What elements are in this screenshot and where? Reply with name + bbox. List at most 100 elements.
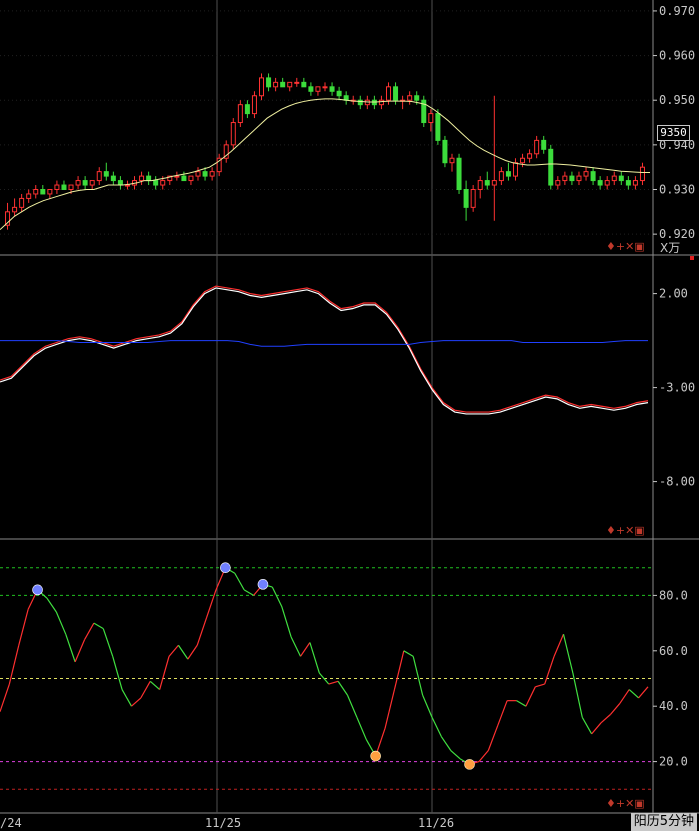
candle-body xyxy=(520,157,526,164)
candle-body xyxy=(407,95,413,101)
panel-toolbar-icons[interactable]: ♦+✕▣ xyxy=(606,797,645,810)
candle-body xyxy=(75,180,81,186)
oscillator-segment xyxy=(638,686,649,699)
oscillator-segment xyxy=(131,697,142,707)
oscillator-segment xyxy=(0,683,10,712)
candle-body xyxy=(244,104,250,115)
oscillator-segment xyxy=(187,644,198,660)
candle-body xyxy=(96,171,102,182)
overbought-marker xyxy=(32,584,43,596)
candle-body xyxy=(527,153,533,159)
y-tick-label: 2.00 xyxy=(659,287,688,301)
candle-body xyxy=(456,157,462,190)
candle-body xyxy=(463,189,469,208)
candle-body xyxy=(294,81,300,84)
oscillator-segment xyxy=(328,680,339,685)
oscillator-segment xyxy=(243,589,254,596)
candle-body xyxy=(555,180,561,186)
candle-body xyxy=(385,86,391,101)
oscillator-segment xyxy=(234,572,245,591)
timeframe-label[interactable]: 阳历5分钟 xyxy=(630,813,697,831)
candle-body xyxy=(477,180,483,190)
panel-frames xyxy=(0,0,699,831)
oscillator-segment xyxy=(525,686,536,707)
indicator-series-line xyxy=(0,340,648,347)
oscillator-segment xyxy=(581,716,593,735)
panel-toolbar-icons[interactable]: ♦+✕▣ xyxy=(606,240,645,253)
oscillator-segment xyxy=(544,656,555,685)
oscillator-segment xyxy=(440,736,452,751)
candle-body xyxy=(625,180,631,186)
oscillator-panel: 80.0 60.0 40.0 20.0 xyxy=(0,562,688,790)
candle-body xyxy=(428,113,434,124)
candle-body xyxy=(639,166,645,182)
oscillator-segment xyxy=(403,650,414,657)
oscillator-segment xyxy=(121,689,133,707)
oscillator-segment xyxy=(168,644,179,657)
candle-body xyxy=(449,157,455,164)
y-tick-label: 0.950 xyxy=(659,93,695,107)
oscillator-segment xyxy=(600,714,611,724)
candle-body xyxy=(251,95,257,115)
x-tick-label: 11/26 xyxy=(418,816,454,830)
candle-body xyxy=(54,184,60,191)
candle-body xyxy=(541,139,547,150)
oscillator-segment xyxy=(300,642,311,657)
oversold-marker xyxy=(464,759,475,770)
candle-body xyxy=(393,86,399,101)
candle-body xyxy=(209,171,215,177)
y-tick-label: 0.970 xyxy=(659,4,695,18)
oscillator-segment xyxy=(46,597,57,613)
candle-body xyxy=(124,184,130,187)
candle-body xyxy=(202,171,208,177)
candle-body xyxy=(414,95,420,101)
candle-body xyxy=(618,175,624,182)
candle-body xyxy=(583,171,589,177)
y-tick-label: 0.930 xyxy=(659,183,695,197)
candle-body xyxy=(357,99,363,106)
candle-body xyxy=(491,180,497,186)
candle-body xyxy=(597,180,603,186)
candle-body xyxy=(435,113,441,141)
oscillator-segment xyxy=(140,680,151,699)
x-axis: /24 11/25 11/26 xyxy=(0,816,454,830)
oscillator-segment xyxy=(337,680,348,696)
oscillator-segment xyxy=(112,656,123,690)
candle-body xyxy=(174,175,180,178)
oscillator-segment xyxy=(497,700,508,726)
candle-body xyxy=(47,189,53,195)
candle-body xyxy=(280,81,286,88)
oscillator-segment xyxy=(83,622,95,641)
candle-body xyxy=(442,139,448,164)
indicator-unit-label: X万 xyxy=(660,241,681,255)
candle-body xyxy=(266,77,272,88)
oscillator-segment xyxy=(281,606,292,638)
candle-body xyxy=(19,197,25,208)
oscillator-segment xyxy=(196,617,208,646)
candle-body xyxy=(322,86,328,89)
oscillator-segment xyxy=(422,694,433,718)
oscillator-segment xyxy=(356,717,367,740)
candle-body xyxy=(576,175,582,182)
candle-body xyxy=(378,99,384,106)
oscillator-segment xyxy=(562,634,574,674)
oscillator-segment xyxy=(149,680,161,691)
candle-body xyxy=(68,184,74,191)
y-tick-label: -3.00 xyxy=(659,381,695,395)
panel-toolbar-icons[interactable]: ♦+✕▣ xyxy=(606,524,645,537)
oscillator-segment xyxy=(431,717,442,737)
indicator-series-line xyxy=(0,287,649,415)
overbought-marker xyxy=(257,579,269,590)
panel-toolbars[interactable]: ♦+✕▣ ♦+✕▣ ♦+✕▣ xyxy=(606,240,694,810)
candle-body xyxy=(33,189,39,195)
candle-body xyxy=(26,193,32,199)
price-panel: 0.9700.9600.9500.9400.9300.920 xyxy=(0,4,695,241)
y-tick-label: 20.0 xyxy=(659,755,688,769)
oscillator-segment xyxy=(553,633,565,657)
oscillator-segment xyxy=(290,636,302,657)
candle-body xyxy=(534,139,540,155)
candle-body xyxy=(484,180,490,186)
oscillator-segment xyxy=(65,633,76,663)
candle-body xyxy=(110,175,116,182)
candle-body xyxy=(89,180,95,186)
